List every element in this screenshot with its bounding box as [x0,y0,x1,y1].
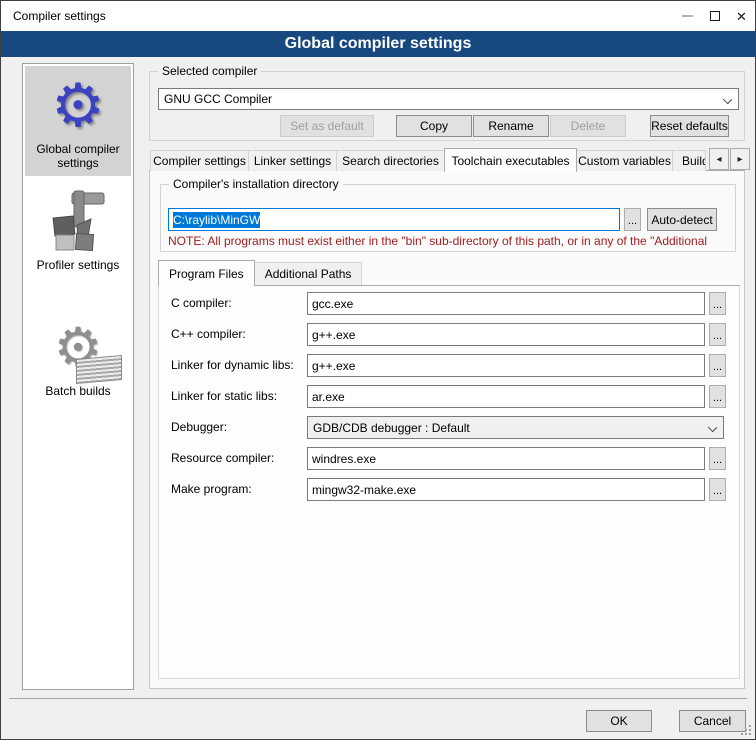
browse-directory-button[interactable]: ... [624,208,641,231]
c-compiler-browse-button[interactable]: ... [709,292,726,315]
form-row-resource-compiler: Resource compiler: windres.exe ... [159,447,739,470]
installation-directory-group-label: Compiler's installation directory [169,177,343,191]
cancel-button[interactable]: Cancel [679,710,746,732]
sidebar-item-profiler-settings[interactable]: Profiler settings [25,182,131,278]
sidebar-item-label: Profiler settings [26,258,130,272]
tab-scroll-left-button[interactable]: ◂ [709,148,729,170]
tab-compiler-settings[interactable]: Compiler settings [150,150,249,171]
linker-dynamic-browse-button[interactable]: ... [709,354,726,377]
maximize-button[interactable] [701,1,728,31]
reset-defaults-button[interactable]: Reset defaults [650,115,729,137]
title-bar: Compiler settings ✕ [1,1,755,31]
compiler-select-value: GNU GCC Compiler [164,92,272,106]
close-icon: ✕ [736,10,747,23]
field-label: Resource compiler: [171,451,274,465]
footer-divider [9,698,747,699]
make-program-input[interactable]: mingw32-make.exe [307,478,705,501]
caption-buttons: ✕ [674,1,755,31]
gear-blue-icon: ⚙ [26,70,130,142]
linker-dynamic-input[interactable]: g++.exe [307,354,705,377]
cpp-compiler-browse-button[interactable]: ... [709,323,726,346]
tab-search-directories[interactable]: Search directories [336,150,445,171]
minimize-icon [682,15,693,17]
field-label: Linker for static libs: [171,389,277,403]
sidebar-item-batch-builds[interactable]: ⚙ Batch builds [25,308,131,404]
compiler-select-dropdown[interactable]: GNU GCC Compiler [158,88,739,110]
window-title: Compiler settings [1,9,106,23]
bin-subdirectory-note: NOTE: All programs must exist either in … [168,234,746,248]
rename-button[interactable]: Rename [473,115,549,137]
c-compiler-input[interactable]: gcc.exe [307,292,705,315]
cpp-compiler-input[interactable]: g++.exe [307,323,705,346]
auto-detect-button[interactable]: Auto-detect [647,208,717,231]
tab-linker-settings[interactable]: Linker settings [248,150,337,171]
installation-directory-value: C:\raylib\MinGW [173,212,260,228]
program-files-page: C compiler: gcc.exe ... C++ compiler: g+… [158,285,740,679]
tab-custom-variables[interactable]: Custom variables [576,150,673,171]
field-label: C compiler: [171,296,232,310]
tab-toolchain-executables[interactable]: Toolchain executables [444,148,577,172]
selected-compiler-group-label: Selected compiler [158,64,261,78]
form-row-make-program: Make program: mingw32-make.exe ... [159,478,739,501]
chevron-down-icon [723,95,732,104]
field-label: Linker for dynamic libs: [171,358,294,372]
form-row-linker-static: Linker for static libs: ar.exe ... [159,385,739,408]
tab-build-options[interactable]: Build options [672,150,706,171]
caliper-icon [26,186,130,258]
form-row-debugger: Debugger: GDB/CDB debugger : Default [159,416,739,439]
form-row-c-compiler: C compiler: gcc.exe ... [159,292,739,315]
sidebar-item-global-compiler-settings[interactable]: ⚙ Global compiler settings [25,66,131,176]
tab-program-files[interactable]: Program Files [158,260,255,286]
page-title: Global compiler settings [1,31,755,57]
linker-static-input[interactable]: ar.exe [307,385,705,408]
sidebar-item-label: Global compiler settings [26,142,130,170]
resource-compiler-input[interactable]: windres.exe [307,447,705,470]
gear-stack-icon: ⚙ [26,312,130,384]
arrow-right-icon: ▸ [737,154,742,165]
compiler-settings-dialog: Compiler settings ✕ Global compiler sett… [0,0,756,740]
copy-button[interactable]: Copy [396,115,472,137]
chevron-down-icon [708,423,717,432]
tab-scroll-right-button[interactable]: ▸ [730,148,750,170]
field-label: C++ compiler: [171,327,246,341]
selected-compiler-group: Selected compiler GNU GCC Compiler Set a… [149,71,745,141]
debugger-dropdown[interactable]: GDB/CDB debugger : Default [307,416,724,439]
make-program-browse-button[interactable]: ... [709,478,726,501]
delete-button[interactable]: Delete [550,115,626,137]
arrow-left-icon: ◂ [716,154,721,165]
program-files-tab-bar: Program Files Additional Paths [158,259,361,285]
linker-static-browse-button[interactable]: ... [709,385,726,408]
settings-tab-bar: Compiler settings Linker settings Search… [150,147,705,171]
form-row-cpp-compiler: C++ compiler: g++.exe ... [159,323,739,346]
resize-grip[interactable] [749,733,751,735]
settings-category-list: ⚙ Global compiler settings Profiler sett… [22,63,134,690]
field-label: Debugger: [171,420,227,434]
sidebar-item-label: Batch builds [26,384,130,398]
toolchain-executables-page: Compiler's installation directory C:\ray… [149,170,745,689]
field-label: Make program: [171,482,252,496]
close-button[interactable]: ✕ [728,1,755,31]
debugger-value: GDB/CDB debugger : Default [313,421,470,435]
resource-compiler-browse-button[interactable]: ... [709,447,726,470]
form-row-linker-dynamic: Linker for dynamic libs: g++.exe ... [159,354,739,377]
minimize-button[interactable] [674,1,701,31]
installation-directory-input[interactable]: C:\raylib\MinGW [168,208,620,231]
ok-button[interactable]: OK [586,710,652,732]
tab-additional-paths[interactable]: Additional Paths [254,262,363,285]
maximize-icon [710,11,720,21]
set-as-default-button[interactable]: Set as default [280,115,374,137]
